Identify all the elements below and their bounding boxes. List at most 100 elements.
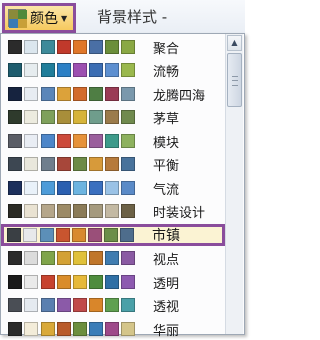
color-swatch xyxy=(57,86,71,101)
colors-dropdown-button[interactable]: 颜色 ▼ xyxy=(2,3,76,33)
color-swatch xyxy=(89,133,103,148)
color-swatch-strip xyxy=(8,251,137,266)
color-swatch xyxy=(8,39,22,54)
color-swatch xyxy=(89,298,103,312)
theme-option-label: 时装设计 xyxy=(153,206,206,221)
color-swatch xyxy=(41,133,55,148)
color-swatch-strip xyxy=(8,298,137,313)
theme-option[interactable]: 平衡 xyxy=(2,154,224,176)
theme-option-label: 气流 xyxy=(153,182,180,198)
theme-option-label: 视点 xyxy=(153,253,180,268)
color-swatch xyxy=(121,110,135,124)
color-swatch xyxy=(57,298,71,312)
color-swatch xyxy=(41,251,55,265)
theme-option[interactable]: 流畅 xyxy=(2,60,224,82)
color-swatch xyxy=(41,63,55,77)
color-swatch xyxy=(24,110,38,124)
color-swatch xyxy=(8,274,22,289)
color-swatch xyxy=(105,204,119,218)
scrollbar-thumb[interactable] xyxy=(227,53,242,107)
color-swatch xyxy=(8,298,22,312)
theme-option[interactable]: 市镇 xyxy=(1,224,225,246)
color-swatch xyxy=(89,110,103,124)
theme-option[interactable]: 华丽 xyxy=(2,318,224,340)
color-swatch-strip xyxy=(8,39,137,55)
colors-button-label: 颜色 xyxy=(30,11,58,27)
color-swatch xyxy=(8,157,22,171)
color-swatch xyxy=(24,86,38,101)
theme-option[interactable]: 龙腾四海 xyxy=(2,83,224,105)
color-swatch xyxy=(121,157,135,171)
color-swatch xyxy=(24,133,38,148)
color-swatch xyxy=(24,180,38,195)
color-swatch xyxy=(89,251,103,265)
color-swatch xyxy=(121,298,135,312)
theme-option-label: 透视 xyxy=(153,300,180,315)
theme-option-label: 模块 xyxy=(153,135,180,151)
theme-colors-menu: 聚合流畅龙腾四海 茅草模块平衡气流时装设计市镇视点透明透视华丽 xyxy=(0,33,245,339)
color-swatch-strip xyxy=(8,204,137,219)
color-swatch-strip xyxy=(8,110,137,125)
color-swatch xyxy=(41,180,55,195)
color-swatch-strip xyxy=(8,274,137,290)
color-swatch xyxy=(41,204,55,218)
color-swatch xyxy=(8,86,22,101)
color-swatch xyxy=(121,180,135,195)
color-swatch xyxy=(105,321,119,336)
theme-option-label: 透明 xyxy=(153,276,180,292)
scroll-up-arrow-icon[interactable]: ▲ xyxy=(227,35,242,51)
color-swatch xyxy=(105,298,119,312)
color-swatch xyxy=(121,274,135,289)
color-swatch xyxy=(105,86,119,101)
theme-option[interactable]: 视点 xyxy=(2,248,224,270)
theme-option-label: 流畅 xyxy=(153,65,180,80)
color-swatch xyxy=(73,298,87,312)
color-swatch xyxy=(24,298,38,312)
color-swatch xyxy=(89,39,103,54)
theme-option[interactable]: 时装设计 xyxy=(2,201,224,223)
color-swatch xyxy=(73,321,87,336)
color-swatch xyxy=(57,133,71,148)
color-swatch xyxy=(89,86,103,101)
color-swatch xyxy=(105,180,119,195)
theme-option-label: 平衡 xyxy=(153,159,180,174)
color-swatch xyxy=(105,39,119,54)
color-swatch xyxy=(121,251,135,265)
theme-option[interactable]: 气流 xyxy=(2,177,224,199)
color-swatch xyxy=(105,110,119,124)
color-swatch xyxy=(57,63,71,77)
color-swatch xyxy=(105,251,119,265)
theme-option[interactable]: 茅草 xyxy=(2,107,224,129)
theme-option[interactable]: 透明 xyxy=(2,271,224,293)
color-swatch xyxy=(24,204,38,218)
color-swatch xyxy=(24,321,38,336)
theme-option-label: 市镇 xyxy=(152,228,180,244)
theme-option-label: 华丽 xyxy=(153,323,180,339)
color-swatch xyxy=(24,39,38,54)
theme-option[interactable]: 透视 xyxy=(2,295,224,317)
color-swatch xyxy=(57,180,71,195)
color-swatch xyxy=(73,133,87,148)
color-swatch xyxy=(73,110,87,124)
color-swatch xyxy=(72,227,86,242)
menu-scrollbar[interactable]: ▲ xyxy=(225,34,243,334)
color-swatch xyxy=(57,157,71,171)
color-swatch xyxy=(57,204,71,218)
color-swatch xyxy=(57,321,71,336)
color-swatch xyxy=(40,227,54,242)
background-style-button[interactable]: 背景样式 - xyxy=(97,6,167,27)
color-swatch xyxy=(41,298,55,312)
color-swatch xyxy=(41,110,55,124)
color-swatch xyxy=(73,157,87,171)
color-swatch xyxy=(8,204,22,218)
color-swatch xyxy=(24,274,38,289)
color-swatch xyxy=(73,251,87,265)
chevron-down-icon: ▼ xyxy=(61,13,68,23)
color-swatch xyxy=(7,227,21,242)
color-swatch xyxy=(105,133,119,148)
color-swatch-strip xyxy=(8,63,137,78)
color-swatch xyxy=(89,321,103,336)
theme-option[interactable]: 聚合 xyxy=(2,36,224,58)
theme-option[interactable]: 模块 xyxy=(2,130,224,152)
color-swatch xyxy=(105,274,119,289)
